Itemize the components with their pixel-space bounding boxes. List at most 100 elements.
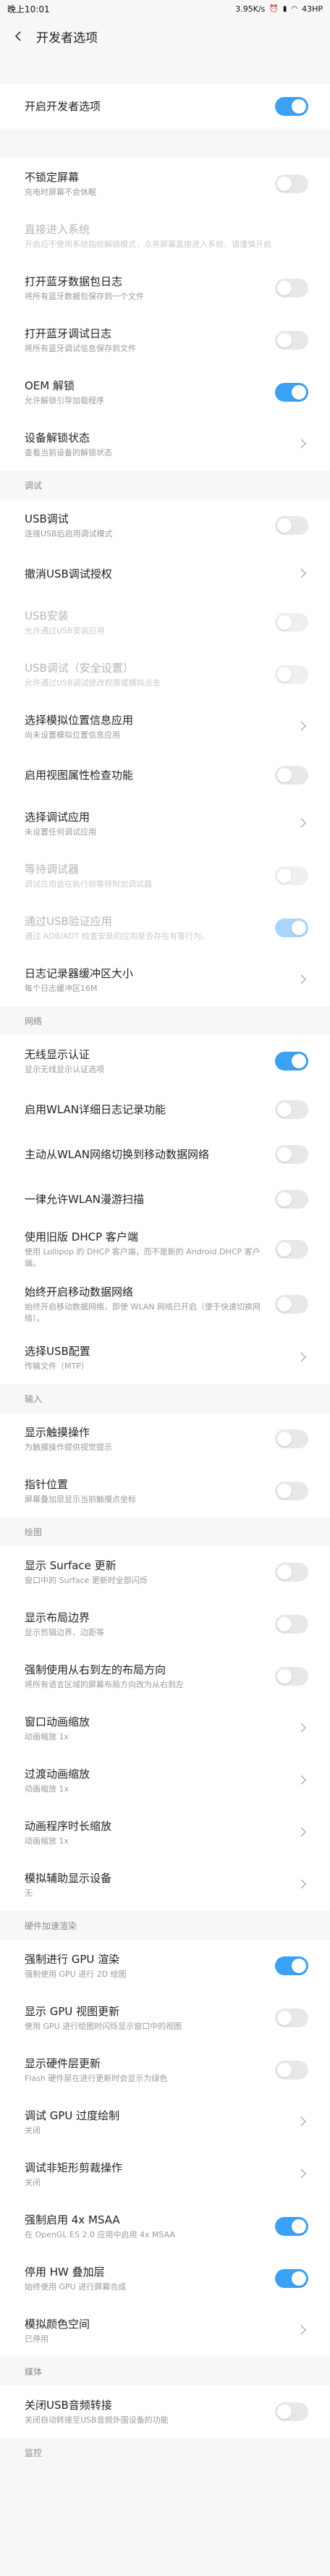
setting-row[interactable]: 显示布局边界 显示剪辑边界、边距等 [0, 1598, 330, 1650]
setting-row[interactable]: 启用视图属性检查功能 [0, 753, 330, 798]
toggle-switch[interactable] [275, 1615, 308, 1634]
toggle-knob [277, 2063, 292, 2077]
toggle-switch[interactable] [275, 2061, 308, 2079]
setting-row[interactable]: 强制进行 GPU 渲染 强制使用 GPU 进行 2D 绘图 [0, 1940, 330, 1992]
setting-text: 通过USB验证应用 通过 ADB/ADT 检查安装的应用是否存在有害行为。 [25, 913, 275, 942]
toggle-knob [277, 1484, 292, 1498]
setting-row[interactable]: 选择模拟位置信息应用 尚未设置模拟位置信息应用 [0, 701, 330, 753]
toggle-switch[interactable] [275, 1667, 308, 1686]
toggle-switch[interactable] [275, 2217, 308, 2236]
setting-row[interactable]: 强制使用从右到左的布局方向 将所有语言区域的屏幕布局方向改为从右到左 [0, 1650, 330, 1702]
setting-row[interactable]: 模拟辅助显示设备无 [0, 1859, 330, 1911]
toggle-switch[interactable] [275, 1956, 308, 1975]
setting-row[interactable]: 打开蓝牙调试日志 将所有蓝牙调试信息保存到文件 [0, 314, 330, 366]
setting-subtitle: 每个日志缓冲区16M [25, 984, 98, 993]
setting-title: 等待调试器 [25, 863, 80, 876]
back-arrow-icon [14, 31, 21, 41]
toggle-switch[interactable] [275, 1430, 308, 1448]
setting-row[interactable]: 过渡动画缩放 动画缩放 1x [0, 1754, 330, 1807]
setting-row[interactable]: 打开蓝牙数据包日志 将所有蓝牙数据包保存到一个文件 [0, 262, 330, 314]
setting-subtitle: 动画缩放 1x [25, 1784, 69, 1794]
setting-subtitle: 已停用 [25, 2334, 48, 2344]
setting-title: 模拟辅助显示设备 [25, 1872, 112, 1885]
back-button[interactable] [10, 28, 28, 45]
toggle-switch[interactable] [275, 1240, 308, 1259]
setting-row[interactable]: 选择USB配置 传输文件（MTP） [0, 1332, 330, 1384]
toggle-switch[interactable] [275, 174, 308, 193]
setting-text: 模拟辅助显示设备无 [25, 1870, 298, 1899]
setting-row[interactable]: 撤消USB调试授权 [0, 552, 330, 596]
setting-row[interactable]: 显示硬件层更新 Flash 硬件层在进行更新时会显示为绿色 [0, 2044, 330, 2096]
setting-row[interactable]: 显示 Surface 更新 窗口中的 Surface 更新时全部闪烁 [0, 1546, 330, 1598]
setting-row[interactable]: 模拟颜色空间 已停用 [0, 2305, 330, 2357]
setting-row[interactable]: 调试非矩形剪裁操作 关闭 [0, 2148, 330, 2200]
setting-subtitle: 动画缩放 1x [25, 1732, 69, 1741]
setting-row[interactable]: 开启开发者选项 [0, 84, 330, 129]
toggle-switch[interactable] [275, 331, 308, 350]
toggle-switch[interactable] [275, 1052, 308, 1070]
setting-row[interactable]: 停用 HW 叠加层 始终使用 GPU 进行屏幕合成 [0, 2252, 330, 2305]
setting-row[interactable]: 显示 GPU 视图更新 使用 GPU 进行绘图时闪烁显示窗口中的视图 [0, 1992, 330, 2044]
setting-text: 显示布局边界 显示剪辑边界、边距等 [25, 1610, 275, 1639]
setting-subtitle: 为触摸操作提供视觉提示 [25, 1443, 112, 1452]
setting-row[interactable]: 使用旧版 DHCP 客户端 使用 Lollipop 的 DHCP 客户端，而不是新… [0, 1222, 330, 1277]
toggle-switch[interactable] [275, 1100, 308, 1119]
setting-title: 强制进行 GPU 渲染 [25, 1953, 120, 1966]
toggle-switch[interactable] [275, 2009, 308, 2027]
toggle-knob [277, 1147, 292, 1162]
setting-title: 开启开发者选项 [25, 100, 101, 113]
toggle-switch[interactable] [275, 279, 308, 297]
toggle-switch[interactable] [275, 97, 308, 116]
setting-row[interactable]: 强制启用 4x MSAA 在 OpenGL ES 2.0 应用中启用 4x MSA… [0, 2200, 330, 2252]
wifi-icon: ◠ [291, 4, 298, 13]
setting-subtitle: 允许通过USB安装应用 [25, 626, 105, 635]
setting-title: 启用视图属性检查功能 [25, 769, 134, 782]
setting-subtitle: 通过 ADB/ADT 检查安装的应用是否存在有害行为。 [25, 932, 209, 941]
setting-text: 停用 HW 叠加层 始终使用 GPU 进行屏幕合成 [25, 2264, 275, 2293]
setting-row[interactable]: 指针位置 屏幕叠加层显示当前触摸点坐标 [0, 1465, 330, 1517]
toggle-switch[interactable] [275, 1563, 308, 1582]
setting-row[interactable]: 设备解锁状态 查看当前设备的解锁状态 [0, 418, 330, 470]
toggle-knob [277, 1102, 292, 1117]
toggle-switch[interactable] [275, 2269, 308, 2288]
setting-title: 关闭USB音频转接 [25, 2399, 112, 2412]
setting-row[interactable]: 一律允许WLAN漫游扫描 [0, 1177, 330, 1222]
setting-row[interactable]: 日志记录器缓冲区大小 每个日志缓冲区16M [0, 954, 330, 1006]
setting-title: 显示 GPU 视图更新 [25, 2005, 120, 2018]
setting-row[interactable]: 不锁定屏幕 充电时屏幕不会休眠 [0, 158, 330, 210]
setting-row[interactable]: 窗口动画缩放 动画缩放 1x [0, 1702, 330, 1754]
setting-row[interactable]: 无线显示认证 显示无线显示认证选项 [0, 1035, 330, 1087]
toggle-switch[interactable] [275, 1482, 308, 1500]
setting-title: 打开蓝牙调试日志 [25, 327, 112, 340]
setting-row[interactable]: 始终开启移动数据网络 始终开启移动数据网络，即使 WLAN 网络已开启（便于快速切… [0, 1277, 330, 1332]
setting-row[interactable]: 动画程序时长缩放 动画缩放 1x [0, 1807, 330, 1859]
toggle-switch[interactable] [275, 1295, 308, 1314]
setting-row[interactable]: 启用WLAN详细日志记录功能 [0, 1087, 330, 1132]
status-bar: 晚上10:01 3.95K/s ⏰ ▮ ◠ 43HP [0, 0, 330, 17]
toggle-switch[interactable] [275, 383, 308, 402]
setting-subtitle: 始终使用 GPU 进行屏幕合成 [25, 2282, 127, 2292]
toggle-switch [275, 613, 308, 632]
page-title: 开发者选项 [36, 30, 98, 46]
toggle-knob [277, 2404, 292, 2419]
alarm-icon: ⏰ [269, 4, 279, 13]
toggle-switch[interactable] [275, 1190, 308, 1209]
toggle-switch[interactable] [275, 766, 308, 785]
status-time: 晚上10:01 [7, 4, 50, 14]
toggle-switch[interactable] [275, 1145, 308, 1164]
setting-row[interactable]: USB调试 连接USB后启用调试模式 [0, 499, 330, 552]
setting-row[interactable]: 主动从WLAN网络切换到移动数据网络 [0, 1132, 330, 1177]
setting-row[interactable]: 显示触摸操作 为触摸操作提供视觉提示 [0, 1413, 330, 1465]
chevron-right-icon [298, 1722, 308, 1736]
setting-text: 窗口动画缩放 动画缩放 1x [25, 1714, 298, 1743]
toggle-switch[interactable] [275, 2402, 308, 2421]
setting-subtitle: 开启后不使用系统指纹解锁模式，点亮屏幕直接进入系统，请谨慎开启 [25, 240, 271, 249]
section-header [0, 55, 330, 84]
setting-text: 选择USB配置 传输文件（MTP） [25, 1343, 298, 1372]
setting-title: 启用WLAN详细日志记录功能 [25, 1103, 166, 1116]
setting-row[interactable]: 选择调试应用 未设置任何调试应用 [0, 798, 330, 850]
setting-row[interactable]: 关闭USB音频转接 关闭自动转接至USB音频外围设备的功能 [0, 2386, 330, 2438]
setting-row[interactable]: OEM 解锁 允许解锁引导加载程序 [0, 366, 330, 418]
toggle-switch[interactable] [275, 516, 308, 535]
setting-row[interactable]: 调试 GPU 过度绘制 关闭 [0, 2096, 330, 2148]
